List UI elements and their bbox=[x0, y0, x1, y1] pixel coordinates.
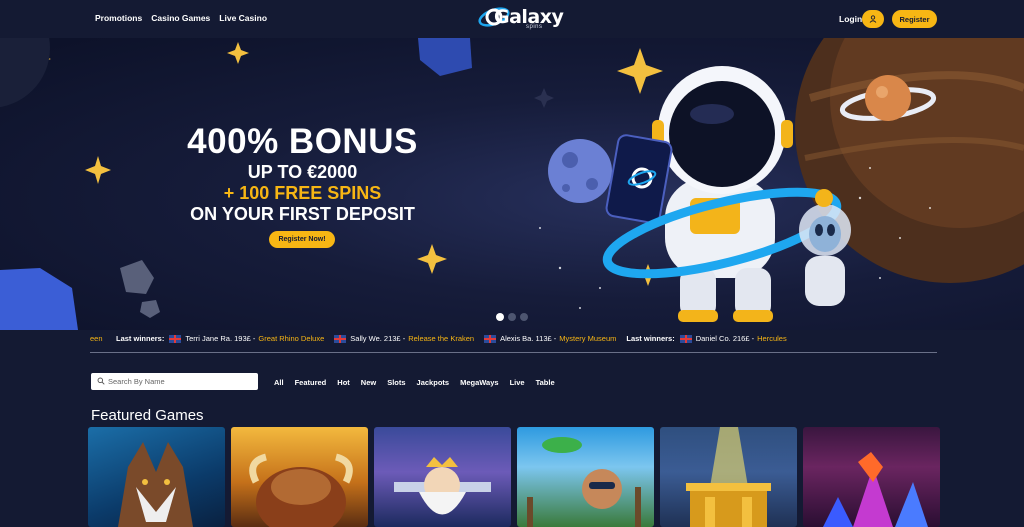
featured-games-row bbox=[88, 427, 940, 527]
buffalo-game-art bbox=[249, 453, 353, 527]
ticker-label: Last winners: bbox=[626, 334, 675, 343]
winners-ticker: een Last winners: Terri Jane Ra. 193£ -G… bbox=[0, 330, 1024, 348]
carousel-dots bbox=[496, 313, 528, 321]
nav-live-casino[interactable]: Live Casino bbox=[219, 13, 267, 23]
game-tile[interactable] bbox=[88, 427, 225, 527]
uk-flag-icon bbox=[484, 334, 497, 343]
login-link[interactable]: Login bbox=[839, 14, 862, 24]
game-tile[interactable] bbox=[660, 427, 797, 527]
featured-games-heading: Featured Games bbox=[91, 407, 204, 424]
carousel-dot-2[interactable] bbox=[508, 313, 516, 321]
ticker-item: Sally We. 213£ - Release the Kraken bbox=[334, 334, 474, 343]
search-icon bbox=[97, 377, 105, 385]
nav-promotions[interactable]: Promotions bbox=[95, 13, 142, 23]
ticker-track: Last winners: Terri Jane Ra. 193£ - Great… bbox=[116, 334, 797, 343]
user-icon bbox=[869, 15, 877, 23]
filter-all[interactable]: All bbox=[274, 378, 284, 387]
filter-jackpots[interactable]: Jackpots bbox=[417, 378, 450, 387]
filter-new[interactable]: New bbox=[361, 378, 376, 387]
winner-name: Terri Jane Ra. bbox=[185, 334, 233, 343]
register-button[interactable]: Register bbox=[892, 10, 937, 28]
filter-slots[interactable]: Slots bbox=[387, 378, 405, 387]
winner-name: Sally We. bbox=[350, 334, 382, 343]
star-icon bbox=[227, 42, 249, 64]
winner-game[interactable]: Great Rhino Deluxe bbox=[258, 334, 324, 343]
ticker-item: Alexis Ba. 113£ - Mystery Museum bbox=[484, 334, 616, 343]
uk-flag-icon bbox=[334, 334, 347, 343]
winner-game[interactable]: Mystery Museum bbox=[559, 334, 616, 343]
search-input[interactable] bbox=[108, 373, 253, 390]
filter-featured[interactable]: Featured bbox=[295, 378, 327, 387]
game-search bbox=[91, 373, 258, 390]
tropical-game-art bbox=[527, 437, 641, 527]
winner-name: Alexis Ba. bbox=[500, 334, 534, 343]
filter-megaways[interactable]: MegaWays bbox=[460, 378, 499, 387]
star-icon bbox=[417, 244, 447, 274]
star-icon bbox=[85, 156, 111, 184]
winner-name: Daniel Co. bbox=[695, 334, 731, 343]
logo-subtitle: spins bbox=[526, 24, 543, 30]
winner-game[interactable]: Release the Kraken bbox=[408, 334, 474, 343]
filter-table[interactable]: Table bbox=[536, 378, 555, 387]
ticker-partial-text: een bbox=[90, 334, 103, 343]
hero-title: 400% BONUS bbox=[187, 122, 418, 161]
hero-register-button[interactable]: Register Now! bbox=[269, 231, 335, 248]
filter-live[interactable]: Live bbox=[510, 378, 525, 387]
ticker-item: Last winners: Daniel Co. 216£ - Hercules bbox=[626, 334, 787, 343]
hero-free-spins: + 100 FREE SPINS bbox=[223, 183, 382, 203]
hero-bonus-amount: UP TO €2000 bbox=[247, 162, 358, 182]
filter-hot[interactable]: Hot bbox=[337, 378, 350, 387]
game-tile[interactable] bbox=[374, 427, 511, 527]
account-button[interactable] bbox=[862, 10, 884, 28]
carousel-dot-1[interactable] bbox=[496, 313, 504, 321]
game-tile[interactable] bbox=[517, 427, 654, 527]
main-nav: Promotions Casino Games Live Casino bbox=[95, 13, 267, 23]
hero-deposit-line: ON YOUR FIRST DEPOSIT bbox=[190, 204, 415, 224]
winner-amount: 213£ bbox=[383, 334, 401, 343]
winner-amount: 216£ bbox=[732, 334, 750, 343]
zeus-game-art bbox=[394, 457, 491, 515]
hero-banner[interactable]: 400% BONUS UP TO €2000 + 100 FREE SPINS … bbox=[0, 38, 1024, 330]
golden-temple-game-art bbox=[686, 427, 771, 527]
game-tile[interactable] bbox=[803, 427, 940, 527]
winner-amount: 193£ bbox=[234, 334, 251, 343]
star-icon bbox=[617, 48, 663, 94]
winner-game[interactable]: Hercules bbox=[757, 334, 787, 343]
winner-amount: 113£ bbox=[535, 334, 552, 343]
game-category-filters: All Featured Hot New Slots Jackpots Mega… bbox=[274, 378, 555, 387]
galaxy-spins-logo[interactable]: Galaxy spins bbox=[474, 4, 564, 32]
ticker-label: Last winners: bbox=[116, 334, 165, 343]
section-divider bbox=[90, 352, 937, 353]
game-tile[interactable] bbox=[231, 427, 368, 527]
nav-casino-games[interactable]: Casino Games bbox=[151, 13, 210, 23]
wolf-game-art bbox=[118, 442, 193, 527]
top-navigation-bar: Promotions Casino Games Live Casino Gala… bbox=[0, 0, 1024, 38]
carousel-dot-3[interactable] bbox=[520, 313, 528, 321]
ticker-item: Last winners: Terri Jane Ra. 193£ - Great… bbox=[116, 334, 325, 343]
crystal-game-art bbox=[823, 452, 928, 527]
uk-flag-icon bbox=[679, 334, 692, 343]
uk-flag-icon bbox=[169, 334, 182, 343]
